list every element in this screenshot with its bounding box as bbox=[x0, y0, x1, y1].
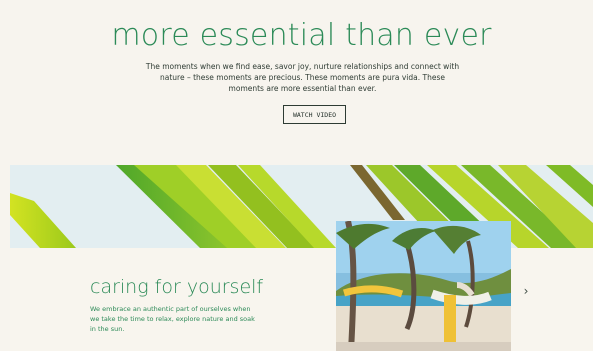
beach-hammock-photo[interactable] bbox=[336, 221, 511, 351]
hero-title: more essential than ever bbox=[111, 18, 492, 53]
chevron-right-icon[interactable]: › bbox=[520, 285, 532, 297]
hero-description: The moments when we find ease, savor joy… bbox=[145, 62, 460, 93]
beach-photo-image bbox=[336, 221, 511, 351]
section-description: We embrace an authentic part of ourselve… bbox=[90, 305, 255, 333]
hero-section: more essential than ever The moments whe… bbox=[10, 0, 593, 165]
section-title: caring for yourself bbox=[90, 276, 264, 298]
page: more essential than ever The moments whe… bbox=[0, 0, 593, 351]
watch-video-button[interactable]: WATCH VIDEO bbox=[283, 105, 346, 124]
